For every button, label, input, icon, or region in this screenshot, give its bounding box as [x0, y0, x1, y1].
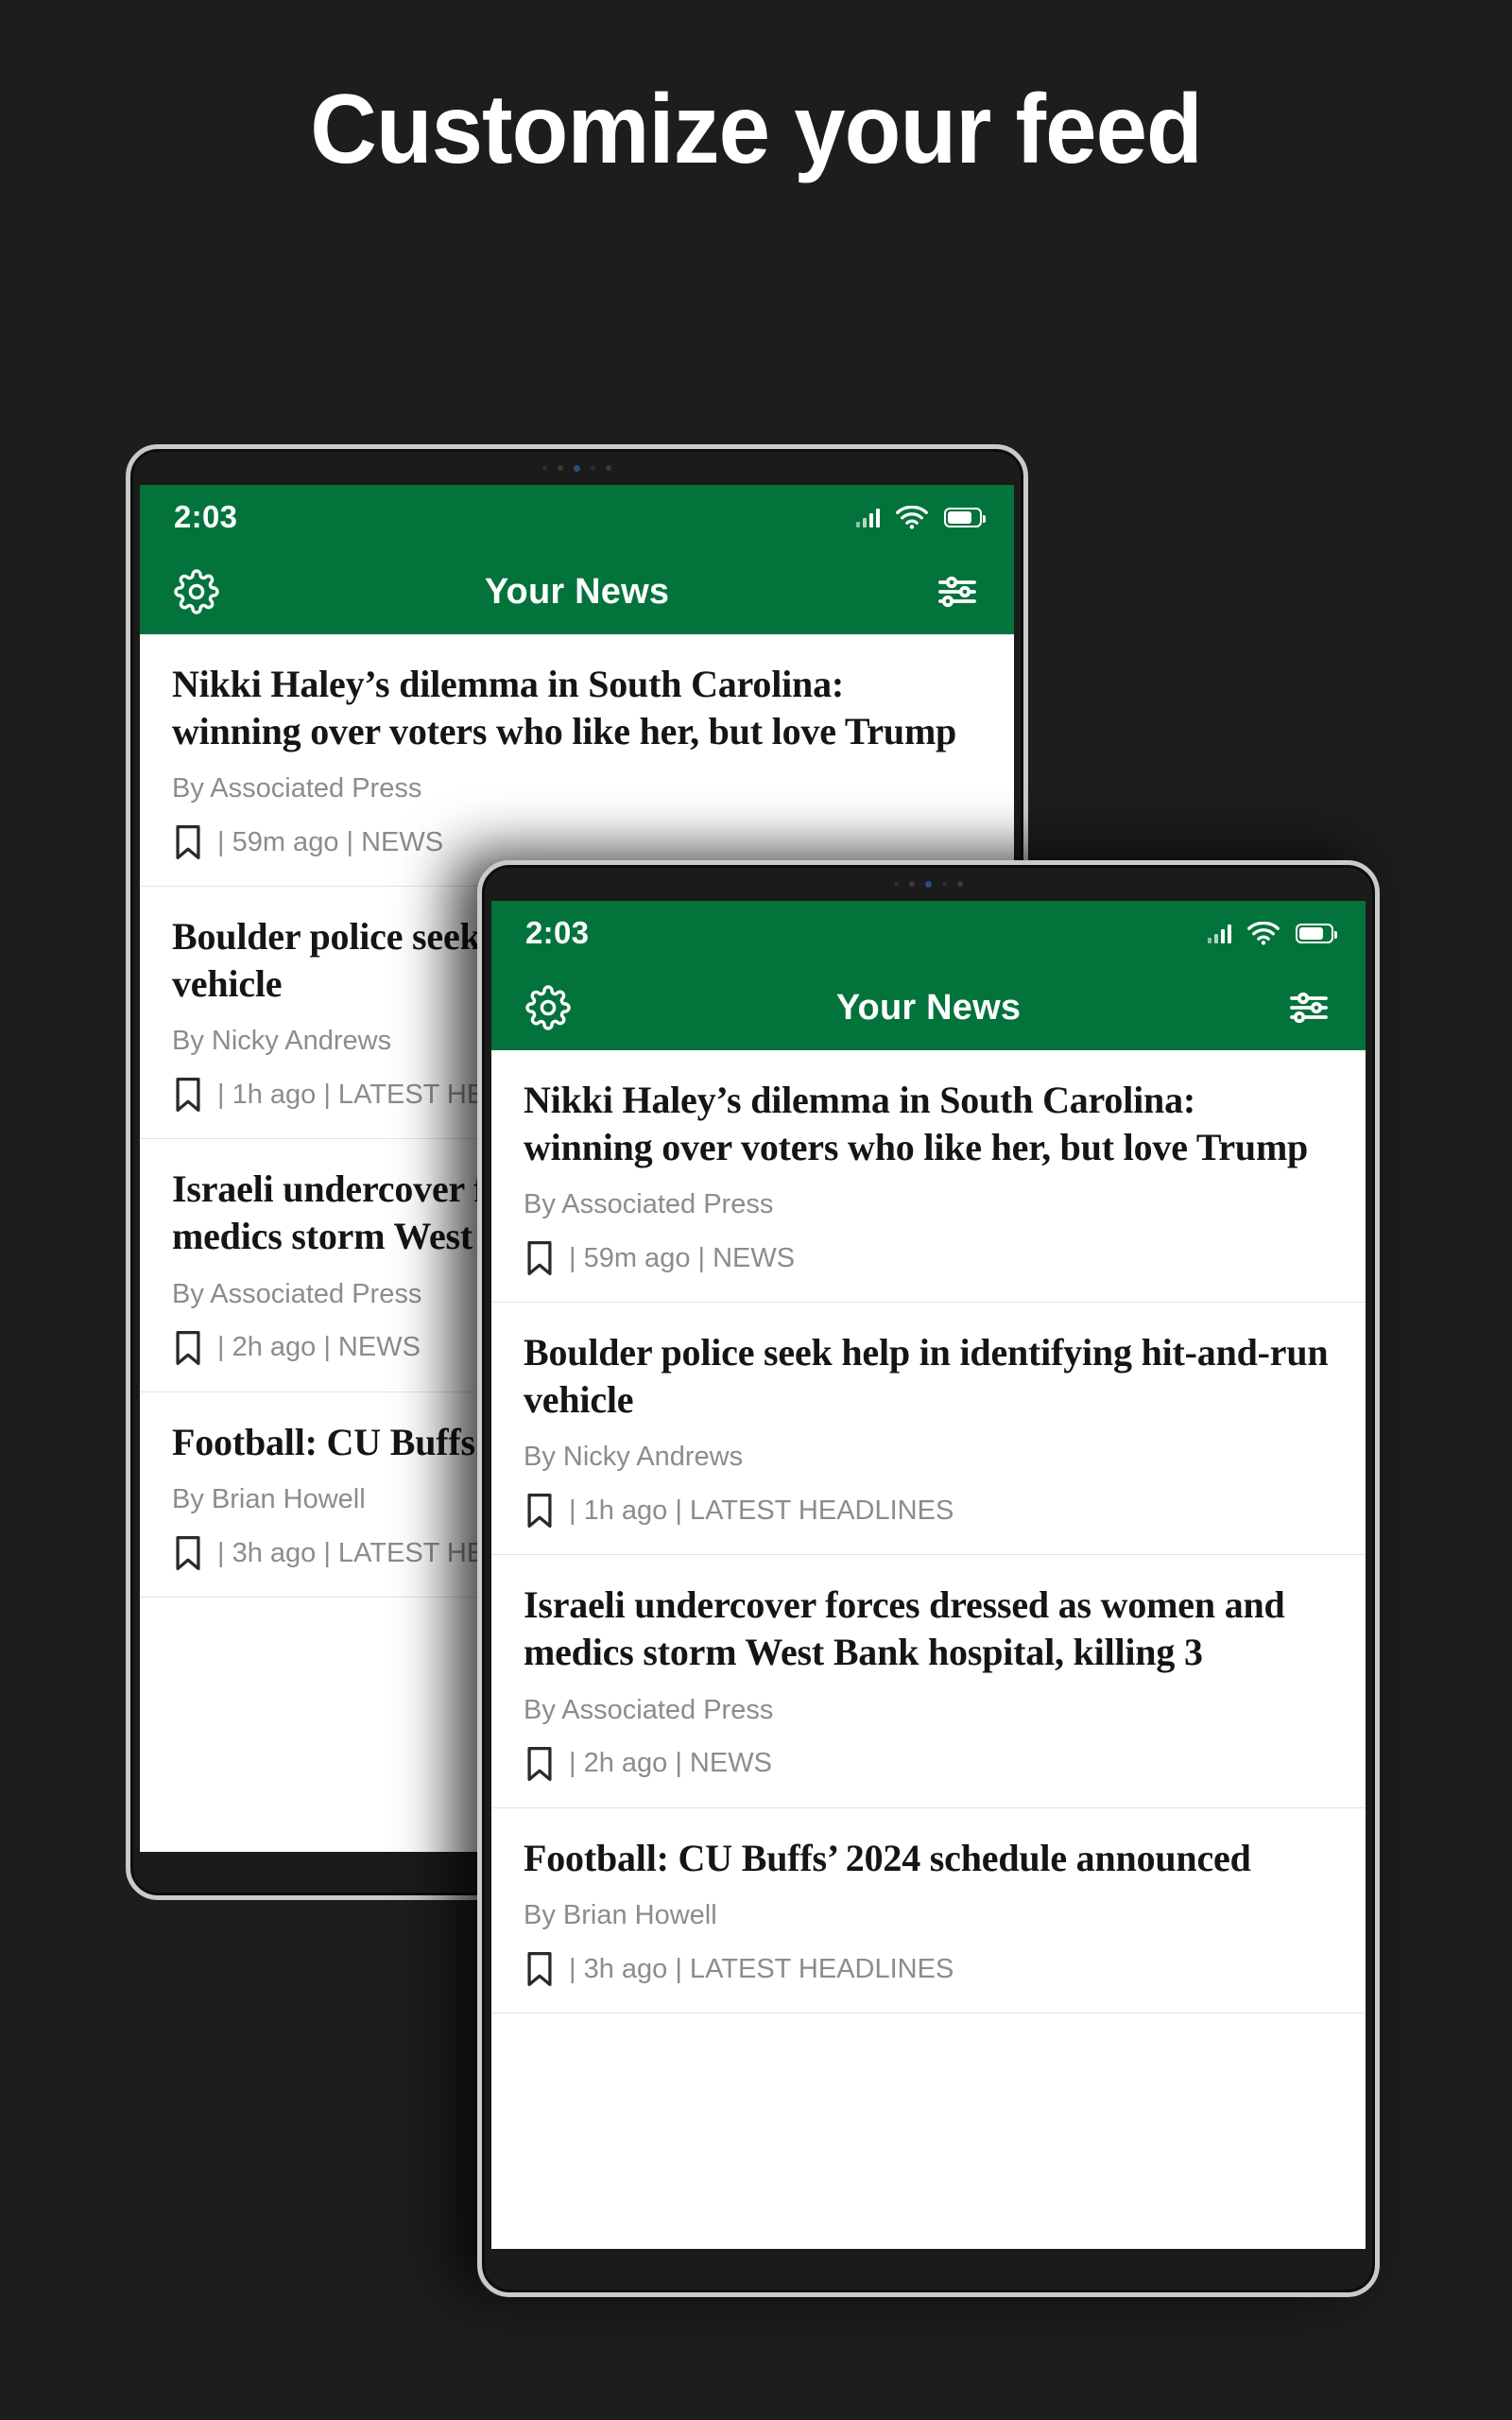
bookmark-icon[interactable] [524, 1492, 556, 1530]
page-title: Customize your feed [310, 75, 1203, 184]
bookmark-icon[interactable] [172, 1329, 204, 1367]
signal-icon [856, 507, 880, 527]
status-bar-front: 2:03 [491, 901, 1366, 965]
gear-icon[interactable] [170, 565, 223, 618]
article-meta: | 59m ago | NEWS [569, 1242, 796, 1273]
article-card[interactable]: Nikki Haley’s dilemma in South Carolina:… [491, 1050, 1366, 1304]
article-byline: By Associated Press [524, 1694, 774, 1725]
filter-sliders-icon[interactable] [1282, 981, 1335, 1034]
battery-icon [944, 507, 986, 527]
article-card[interactable]: Football: CU Buffs’ 2024 schedule announ… [491, 1808, 1366, 2014]
article-headline: Boulder police seek help in identifying … [524, 1331, 1329, 1421]
bookmark-icon[interactable] [524, 1950, 556, 1988]
wifi-icon [896, 505, 928, 529]
bookmark-icon[interactable] [172, 823, 204, 861]
app-bar-back: Your News [140, 549, 1014, 634]
bookmark-icon[interactable] [524, 1745, 556, 1783]
article-meta: | 59m ago | NEWS [217, 826, 444, 857]
battery-icon [1296, 923, 1337, 943]
filter-sliders-icon[interactable] [931, 565, 984, 618]
app-screen-front: 2:03 Your News Nikki Haley’s dilemma in … [491, 901, 1366, 2249]
status-bar-back: 2:03 [140, 485, 1014, 549]
wifi-icon [1247, 921, 1280, 945]
app-bar-front: Your News [491, 965, 1366, 1050]
article-meta: | 1h ago | LATEST HEADLINES [569, 1495, 954, 1526]
article-byline: By Nicky Andrews [524, 1442, 744, 1473]
article-headline: Israeli undercover forces dressed as wom… [524, 1583, 1285, 1673]
article-meta: | 2h ago | NEWS [217, 1332, 421, 1363]
article-headline: Nikki Haley’s dilemma in South Carolina:… [172, 663, 957, 752]
article-meta: | 2h ago | NEWS [569, 1748, 772, 1779]
bookmark-icon[interactable] [172, 1534, 204, 1572]
article-byline: By Brian Howell [524, 1900, 717, 1931]
bookmark-icon[interactable] [524, 1239, 556, 1277]
article-headline: Football: CU Buffs’ 2024 schedule announ… [524, 1836, 1251, 1879]
app-bar-title: Your News [835, 987, 1022, 1028]
article-card[interactable]: Nikki Haley’s dilemma in South Carolina:… [140, 634, 1014, 888]
bookmark-icon[interactable] [172, 1076, 204, 1114]
status-bar-time: 2:03 [174, 499, 238, 534]
article-card[interactable]: Israeli undercover forces dressed as wom… [491, 1555, 1366, 1808]
article-byline: By Associated Press [172, 773, 422, 804]
news-feed-front: Nikki Haley’s dilemma in South Carolina:… [491, 1050, 1366, 2014]
camera-dots-front [482, 878, 1375, 890]
gear-icon[interactable] [522, 981, 575, 1034]
tablet-mockup-front: 2:03 Your News Nikki Haley’s dilemma in … [477, 860, 1380, 2297]
article-meta: | 3h ago | LATEST HEADLINES [569, 1953, 954, 1984]
article-card[interactable]: Boulder police seek help in identifying … [491, 1303, 1366, 1556]
camera-dots-back [130, 462, 1023, 474]
article-headline: Nikki Haley’s dilemma in South Carolina:… [524, 1079, 1309, 1168]
app-bar-title: Your News [484, 571, 670, 612]
status-bar-time: 2:03 [525, 915, 590, 950]
signal-icon [1208, 923, 1231, 943]
article-byline: By Associated Press [524, 1189, 774, 1220]
